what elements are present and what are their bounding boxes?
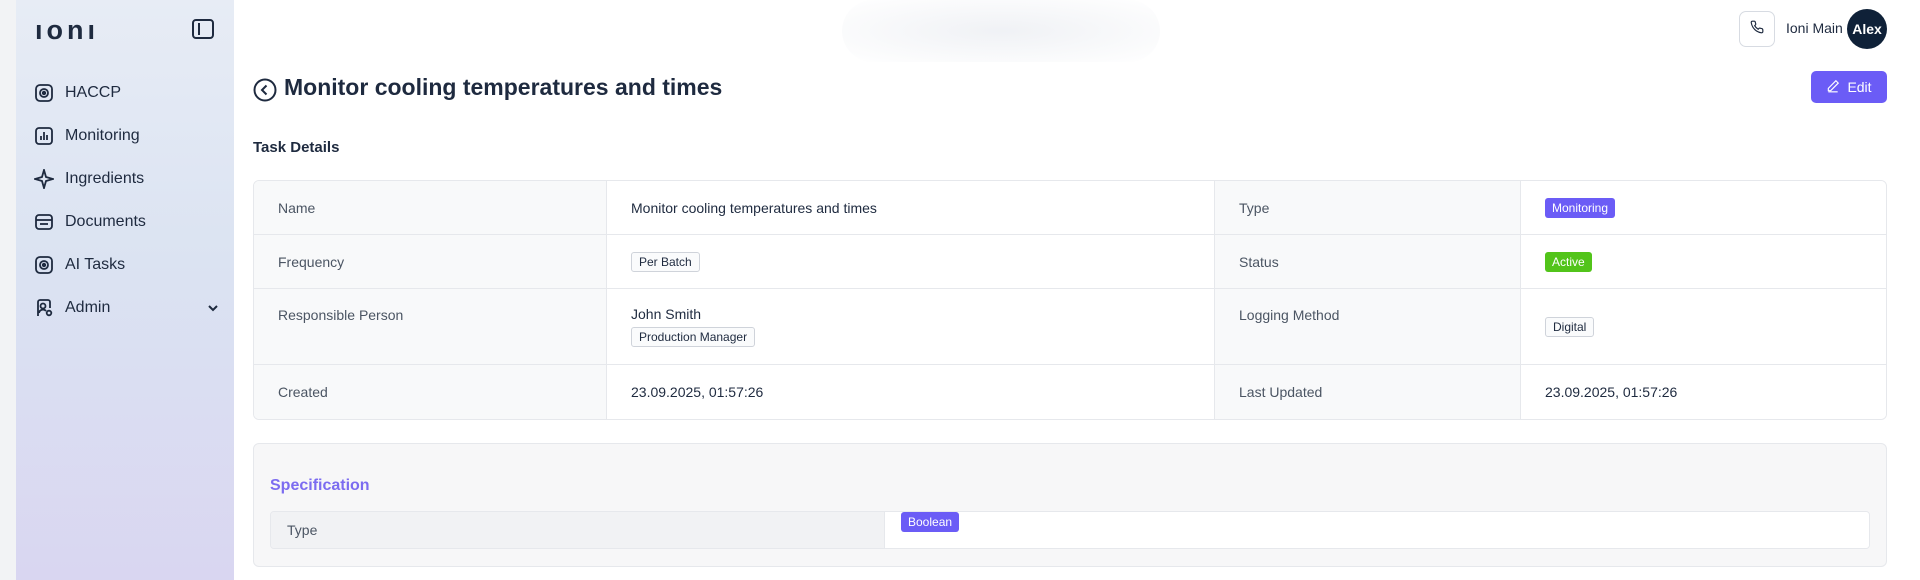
sidebar: ıonı HACCP Monitoring Ingredients Docume… — [16, 0, 234, 580]
sidebar-item-label: HACCP — [65, 83, 122, 101]
specification-table: Type Boolean — [270, 511, 1870, 549]
specification-title: Specification — [270, 477, 370, 494]
sidebar-item-admin[interactable]: Admin — [32, 286, 230, 329]
monitoring-icon — [34, 126, 54, 146]
frequency-cell: Per Batch — [606, 235, 1214, 288]
responsible-role-badge: Production Manager — [631, 327, 756, 347]
app-window: ıonı HACCP Monitoring Ingredients Docume… — [0, 0, 1920, 580]
table-row: Frequency Per Batch Status Active — [254, 235, 1886, 289]
sidebar-item-haccp[interactable]: HACCP — [32, 71, 230, 114]
edit-button[interactable]: Edit — [1811, 71, 1887, 103]
updated-value: 23.09.2025, 01:57:26 — [1520, 365, 1886, 419]
account-name[interactable]: Ioni Main — [1786, 20, 1843, 36]
name-value: Monitor cooling temperatures and times — [606, 181, 1214, 234]
logging-badge: Digital — [1545, 316, 1595, 337]
responsible-label: Responsible Person — [254, 289, 606, 364]
sidebar-nav: HACCP Monitoring Ingredients Documents A… — [32, 71, 230, 329]
edit-button-label: Edit — [1847, 79, 1872, 95]
ai-tasks-icon — [34, 255, 54, 275]
sidebar-item-ingredients[interactable]: Ingredients — [32, 157, 230, 200]
status-cell: Active — [1520, 235, 1886, 288]
admin-icon — [34, 298, 54, 318]
logging-label: Logging Method — [1214, 289, 1520, 364]
app-logo[interactable]: ıonı — [35, 15, 99, 46]
phone-button[interactable] — [1739, 11, 1775, 47]
responsible-name: John Smith — [631, 306, 702, 322]
documents-icon — [34, 212, 54, 232]
status-badge: Active — [1545, 251, 1592, 272]
page-title: Monitor cooling temperatures and times — [284, 74, 723, 100]
spec-type-badge: Boolean — [901, 512, 960, 532]
sidebar-item-monitoring[interactable]: Monitoring — [32, 114, 230, 157]
sidebar-toggle-icon[interactable] — [192, 19, 214, 39]
spec-type-cell: Boolean — [884, 512, 1869, 548]
table-row: Name Monitor cooling temperatures and ti… — [254, 181, 1886, 235]
left-gutter — [0, 0, 16, 580]
table-row: Responsible Person John Smith Production… — [254, 289, 1886, 365]
updated-label: Last Updated — [1214, 365, 1520, 419]
created-value: 23.09.2025, 01:57:26 — [606, 365, 1214, 419]
topbar-decoration — [842, 0, 1160, 62]
responsible-cell: John Smith Production Manager — [606, 289, 1214, 364]
sidebar-item-documents[interactable]: Documents — [32, 200, 230, 243]
logging-cell: Digital — [1520, 289, 1886, 364]
chevron-down-icon[interactable] — [204, 299, 222, 317]
type-badge: Monitoring — [1545, 197, 1616, 218]
type-label: Type — [1214, 181, 1520, 234]
sidebar-item-label: Ingredients — [65, 169, 145, 187]
specification-panel: Specification Type Boolean — [253, 443, 1887, 567]
haccp-icon — [34, 83, 54, 103]
frequency-badge: Per Batch — [631, 251, 700, 272]
spec-type-label: Type — [271, 512, 884, 548]
sidebar-item-label: Monitoring — [65, 126, 140, 144]
type-cell: Monitoring — [1520, 181, 1886, 234]
back-arrow-icon[interactable] — [253, 78, 277, 102]
frequency-label: Frequency — [254, 235, 606, 288]
section-title-task-details: Task Details — [253, 139, 340, 156]
sidebar-item-label: Documents — [65, 212, 146, 230]
sparkle-icon — [34, 168, 54, 189]
status-label: Status — [1214, 235, 1520, 288]
sidebar-item-label: AI Tasks — [65, 255, 126, 273]
task-details-table: Name Monitor cooling temperatures and ti… — [253, 180, 1887, 420]
avatar[interactable]: Alex — [1847, 9, 1887, 49]
name-label: Name — [254, 181, 606, 234]
sidebar-item-label: Admin — [65, 298, 111, 316]
sidebar-item-ai-tasks[interactable]: AI Tasks — [32, 243, 230, 286]
created-label: Created — [254, 365, 606, 419]
pencil-icon — [1826, 79, 1847, 96]
phone-icon — [1750, 20, 1764, 39]
table-row: Created 23.09.2025, 01:57:26 Last Update… — [254, 365, 1886, 419]
